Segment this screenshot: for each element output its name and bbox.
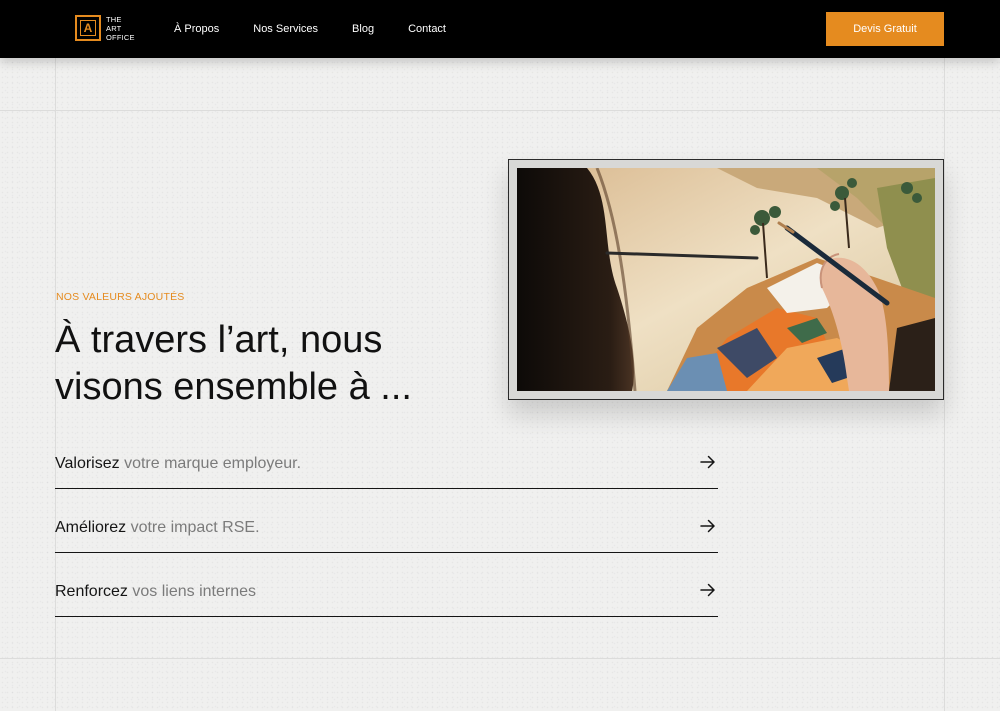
site-header: A THE ART OFFICE À Propos Nos Services B… [0,0,1000,58]
painting-image [517,168,935,391]
value-strong: Valorisez [55,455,120,472]
nav-link-blog[interactable]: Blog [352,23,374,35]
value-rest: votre impact RSE. [126,519,260,536]
grid-line [944,58,945,711]
value-rest: votre marque employeur. [119,455,302,472]
headline-line: visons ensemble à ... [55,366,412,408]
logo-line: THE [106,15,122,24]
arrow-right-icon[interactable] [700,454,716,470]
main-nav: À Propos Nos Services Blog Contact [174,0,480,58]
logo[interactable]: A THE ART OFFICE [75,15,135,42]
logo-text: THE ART OFFICE [106,15,135,42]
logo-letter: A [83,21,93,35]
arrow-right-icon[interactable] [700,582,716,598]
headline-line: À travers l’art, nous [55,319,383,361]
value-label: Améliorez votre impact RSE. [55,518,260,538]
nav-link-nos-services[interactable]: Nos Services [253,23,318,35]
nav-link-a-propos[interactable]: À Propos [174,23,219,35]
value-item-ameliorez[interactable]: Améliorez votre impact RSE. [55,518,718,553]
painting-frame [508,159,944,400]
devis-gratuit-button[interactable]: Devis Gratuit [826,12,944,46]
logo-line: ART [106,24,122,33]
value-item-valorisez[interactable]: Valorisez votre marque employeur. [55,454,718,489]
section-headline: À travers l’art, nous visons ensemble à … [55,317,495,411]
nav-link-contact[interactable]: Contact [408,23,446,35]
value-strong: Améliorez [55,519,127,536]
value-rest: vos liens internes [127,583,256,600]
section-eyebrow: NOS VALEURS AJOUTÉS [56,291,185,303]
grid-line [0,658,1000,659]
value-item-renforcez[interactable]: Renforcez vos liens internes [55,582,718,617]
value-strong: Renforcez [55,583,128,600]
grid-line [0,110,1000,111]
painting-illustration [517,168,935,391]
value-label: Valorisez votre marque employeur. [55,454,301,474]
logo-line: OFFICE [106,33,135,42]
logo-icon: A [75,15,101,41]
value-label: Renforcez vos liens internes [55,582,256,602]
arrow-right-icon[interactable] [700,518,716,534]
